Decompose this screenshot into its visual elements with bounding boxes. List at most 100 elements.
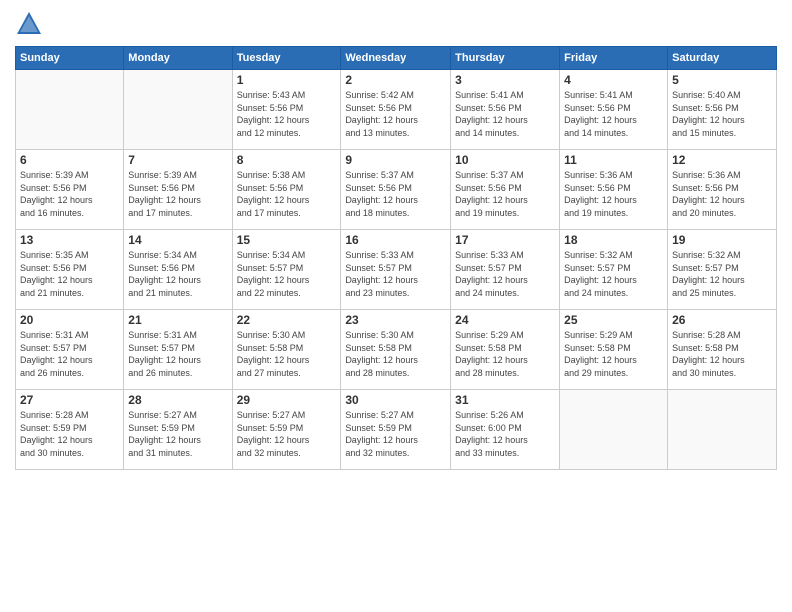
calendar-cell: 10 Sunrise: 5:37 AM Sunset: 5:56 PM Dayli… <box>451 150 560 230</box>
calendar-table: SundayMondayTuesdayWednesdayThursdayFrid… <box>15 46 777 470</box>
day-info: Sunrise: 5:37 AM Sunset: 5:56 PM Dayligh… <box>345 169 446 219</box>
calendar-week-row: 1 Sunrise: 5:43 AM Sunset: 5:56 PM Daylig… <box>16 70 777 150</box>
calendar-cell: 25 Sunrise: 5:29 AM Sunset: 5:58 PM Dayli… <box>560 310 668 390</box>
calendar-cell: 3 Sunrise: 5:41 AM Sunset: 5:56 PM Daylig… <box>451 70 560 150</box>
day-info: Sunrise: 5:36 AM Sunset: 5:56 PM Dayligh… <box>564 169 663 219</box>
day-number: 16 <box>345 233 446 247</box>
day-info: Sunrise: 5:31 AM Sunset: 5:57 PM Dayligh… <box>20 329 119 379</box>
day-info: Sunrise: 5:33 AM Sunset: 5:57 PM Dayligh… <box>455 249 555 299</box>
day-number: 1 <box>237 73 337 87</box>
weekday-header: Friday <box>560 47 668 70</box>
calendar-cell: 15 Sunrise: 5:34 AM Sunset: 5:57 PM Dayli… <box>232 230 341 310</box>
day-number: 26 <box>672 313 772 327</box>
day-info: Sunrise: 5:29 AM Sunset: 5:58 PM Dayligh… <box>564 329 663 379</box>
calendar-cell: 29Sunrise: 5:27 AM Sunset: 5:59 PM Dayli… <box>232 390 341 470</box>
calendar-cell: 28 Sunrise: 5:27 AM Sunset: 5:59 PM Dayli… <box>124 390 232 470</box>
weekday-header: Monday <box>124 47 232 70</box>
day-number: 14 <box>128 233 227 247</box>
weekday-header: Sunday <box>16 47 124 70</box>
calendar-header-row: SundayMondayTuesdayWednesdayThursdayFrid… <box>16 47 777 70</box>
calendar-cell: 14 Sunrise: 5:34 AM Sunset: 5:56 PM Dayli… <box>124 230 232 310</box>
day-info: Sunrise: 5:41 AM Sunset: 5:56 PM Dayligh… <box>564 89 663 139</box>
calendar-cell <box>124 70 232 150</box>
calendar-cell <box>668 390 777 470</box>
day-info: Sunrise: 5:43 AM Sunset: 5:56 PM Dayligh… <box>237 89 337 139</box>
day-number: 13 <box>20 233 119 247</box>
day-number: 2 <box>345 73 446 87</box>
calendar-cell: 8 Sunrise: 5:38 AM Sunset: 5:56 PM Daylig… <box>232 150 341 230</box>
day-info: Sunrise: 5:30 AM Sunset: 5:58 PM Dayligh… <box>345 329 446 379</box>
day-info: Sunrise: 5:42 AM Sunset: 5:56 PM Dayligh… <box>345 89 446 139</box>
calendar-cell: 11 Sunrise: 5:36 AM Sunset: 5:56 PM Dayli… <box>560 150 668 230</box>
day-number: 20 <box>20 313 119 327</box>
calendar-cell: 2 Sunrise: 5:42 AM Sunset: 5:56 PM Daylig… <box>341 70 451 150</box>
calendar-cell: 23 Sunrise: 5:30 AM Sunset: 5:58 PM Dayli… <box>341 310 451 390</box>
day-info: Sunrise: 5:34 AM Sunset: 5:57 PM Dayligh… <box>237 249 337 299</box>
day-number: 28 <box>128 393 227 407</box>
calendar-cell: 16 Sunrise: 5:33 AM Sunset: 5:57 PM Dayli… <box>341 230 451 310</box>
day-number: 10 <box>455 153 555 167</box>
day-info: Sunrise: 5:27 AM Sunset: 5:59 PM Dayligh… <box>128 409 227 459</box>
day-number: 7 <box>128 153 227 167</box>
day-number: 21 <box>128 313 227 327</box>
day-number: 9 <box>345 153 446 167</box>
calendar-cell: 13 Sunrise: 5:35 AM Sunset: 5:56 PM Dayli… <box>16 230 124 310</box>
day-info: Sunrise: 5:33 AM Sunset: 5:57 PM Dayligh… <box>345 249 446 299</box>
day-number: 6 <box>20 153 119 167</box>
calendar-cell: 31Sunrise: 5:26 AM Sunset: 6:00 PM Dayli… <box>451 390 560 470</box>
day-number: 15 <box>237 233 337 247</box>
day-number: 8 <box>237 153 337 167</box>
calendar-cell: 9 Sunrise: 5:37 AM Sunset: 5:56 PM Daylig… <box>341 150 451 230</box>
day-number: 25 <box>564 313 663 327</box>
day-info: Sunrise: 5:27 AM Sunset: 5:59 PM Dayligh… <box>345 409 446 459</box>
calendar-cell: 27Sunrise: 5:28 AM Sunset: 5:59 PM Dayli… <box>16 390 124 470</box>
calendar-cell: 30 Sunrise: 5:27 AM Sunset: 5:59 PM Dayli… <box>341 390 451 470</box>
day-info: Sunrise: 5:34 AM Sunset: 5:56 PM Dayligh… <box>128 249 227 299</box>
day-number: 3 <box>455 73 555 87</box>
day-info: Sunrise: 5:41 AM Sunset: 5:56 PM Dayligh… <box>455 89 555 139</box>
day-number: 4 <box>564 73 663 87</box>
day-number: 18 <box>564 233 663 247</box>
day-number: 29 <box>237 393 337 407</box>
day-number: 24 <box>455 313 555 327</box>
day-info: Sunrise: 5:26 AM Sunset: 6:00 PM Dayligh… <box>455 409 555 459</box>
day-info: Sunrise: 5:38 AM Sunset: 5:56 PM Dayligh… <box>237 169 337 219</box>
logo-icon <box>15 10 43 38</box>
day-number: 22 <box>237 313 337 327</box>
calendar-week-row: 20 Sunrise: 5:31 AM Sunset: 5:57 PM Dayli… <box>16 310 777 390</box>
day-info: Sunrise: 5:32 AM Sunset: 5:57 PM Dayligh… <box>672 249 772 299</box>
calendar-cell: 5 Sunrise: 5:40 AM Sunset: 5:56 PM Daylig… <box>668 70 777 150</box>
day-number: 12 <box>672 153 772 167</box>
day-info: Sunrise: 5:28 AM Sunset: 5:58 PM Dayligh… <box>672 329 772 379</box>
calendar-week-row: 6 Sunrise: 5:39 AM Sunset: 5:56 PM Daylig… <box>16 150 777 230</box>
weekday-header: Thursday <box>451 47 560 70</box>
day-number: 23 <box>345 313 446 327</box>
day-info: Sunrise: 5:40 AM Sunset: 5:56 PM Dayligh… <box>672 89 772 139</box>
calendar-cell: 17Sunrise: 5:33 AM Sunset: 5:57 PM Dayli… <box>451 230 560 310</box>
day-info: Sunrise: 5:39 AM Sunset: 5:56 PM Dayligh… <box>20 169 119 219</box>
day-info: Sunrise: 5:36 AM Sunset: 5:56 PM Dayligh… <box>672 169 772 219</box>
weekday-header: Tuesday <box>232 47 341 70</box>
calendar-cell <box>560 390 668 470</box>
day-info: Sunrise: 5:35 AM Sunset: 5:56 PM Dayligh… <box>20 249 119 299</box>
day-number: 30 <box>345 393 446 407</box>
calendar-cell: 12 Sunrise: 5:36 AM Sunset: 5:56 PM Dayli… <box>668 150 777 230</box>
day-info: Sunrise: 5:31 AM Sunset: 5:57 PM Dayligh… <box>128 329 227 379</box>
calendar-cell: 7Sunrise: 5:39 AM Sunset: 5:56 PM Daylig… <box>124 150 232 230</box>
calendar-cell: 24 Sunrise: 5:29 AM Sunset: 5:58 PM Dayli… <box>451 310 560 390</box>
calendar-cell: 21 Sunrise: 5:31 AM Sunset: 5:57 PM Dayli… <box>124 310 232 390</box>
header <box>15 10 777 38</box>
weekday-header: Saturday <box>668 47 777 70</box>
calendar-page: SundayMondayTuesdayWednesdayThursdayFrid… <box>0 0 792 612</box>
logo <box>15 10 45 38</box>
day-number: 27 <box>20 393 119 407</box>
day-info: Sunrise: 5:37 AM Sunset: 5:56 PM Dayligh… <box>455 169 555 219</box>
calendar-cell: 22Sunrise: 5:30 AM Sunset: 5:58 PM Dayli… <box>232 310 341 390</box>
calendar-cell: 26 Sunrise: 5:28 AM Sunset: 5:58 PM Dayli… <box>668 310 777 390</box>
day-number: 11 <box>564 153 663 167</box>
day-number: 5 <box>672 73 772 87</box>
day-number: 19 <box>672 233 772 247</box>
day-info: Sunrise: 5:29 AM Sunset: 5:58 PM Dayligh… <box>455 329 555 379</box>
calendar-cell: 18Sunrise: 5:32 AM Sunset: 5:57 PM Dayli… <box>560 230 668 310</box>
calendar-week-row: 13 Sunrise: 5:35 AM Sunset: 5:56 PM Dayli… <box>16 230 777 310</box>
